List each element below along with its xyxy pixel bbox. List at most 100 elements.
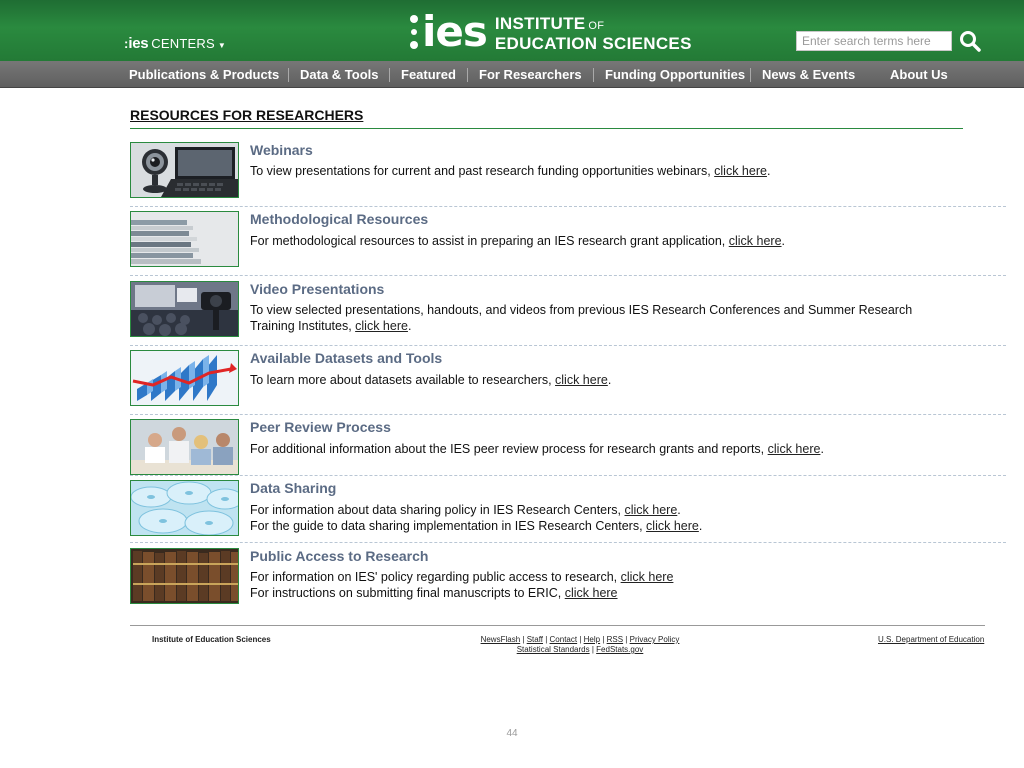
webinars-thumbnail[interactable] <box>130 142 239 198</box>
footer-link-us-dept-education[interactable]: U.S. Department of Education <box>878 635 984 644</box>
logo-ies-word: ies <box>422 7 488 56</box>
description-punct: . <box>781 234 786 248</box>
nav-publications-products[interactable]: Publications & Products <box>129 67 279 83</box>
resource-title[interactable]: Peer Review Process <box>250 419 391 435</box>
resource-description: To learn more about datasets available t… <box>250 372 611 388</box>
footer-dept-link-wrap: U.S. Department of Education <box>878 635 984 644</box>
click-here-link[interactable]: click here <box>625 503 678 517</box>
footer-link-contact[interactable]: Contact <box>550 635 578 644</box>
resource-divider <box>130 475 1006 476</box>
resource-description: To view presentations for current and pa… <box>250 163 770 179</box>
description-text: For information about data sharing polic… <box>250 503 625 517</box>
footer-link-fedstats[interactable]: FedStats.gov <box>596 645 643 654</box>
resource-description: For information about data sharing polic… <box>250 502 681 518</box>
resource-divider <box>130 542 1006 543</box>
description-punct: . <box>766 164 771 178</box>
description-text: For methodological resources to assist i… <box>250 234 729 248</box>
footer-link-newsflash[interactable]: NewsFlash <box>481 635 521 644</box>
centers-brand: ies <box>128 35 149 52</box>
description-text: For information on IES' policy regarding… <box>250 570 621 584</box>
click-here-link[interactable]: click here <box>355 319 408 333</box>
logo-institute: INSTITUTE <box>494 13 586 33</box>
peer-review-thumbnail[interactable] <box>130 419 239 475</box>
nav-separator <box>593 68 594 82</box>
footer-link-rss[interactable]: RSS <box>607 635 623 644</box>
search-input[interactable] <box>796 31 952 51</box>
nav-separator <box>467 68 468 82</box>
click-here-link[interactable]: click here <box>729 234 782 248</box>
resource-description: For methodological resources to assist i… <box>250 233 785 249</box>
resource-title[interactable]: Webinars <box>250 142 313 158</box>
resource-description: Training Institutes, click here. <box>250 318 411 334</box>
footer-links: NewsFlash | Staff | Contact | Help | RSS… <box>440 635 720 655</box>
description-text: To learn more about datasets available t… <box>250 373 556 387</box>
search-icon[interactable] <box>958 29 982 53</box>
footer-link-help[interactable]: Help <box>584 635 600 644</box>
resource-description: For additional information about the IES… <box>250 441 824 457</box>
click-here-link[interactable]: click here <box>714 164 767 178</box>
nav-news-events[interactable]: News & Events <box>762 67 855 83</box>
description-punct: . <box>407 319 412 333</box>
click-here-link[interactable]: click here <box>565 586 618 600</box>
nav-data-tools[interactable]: Data & Tools <box>300 67 379 83</box>
description-text: For the guide to data sharing implementa… <box>250 519 647 533</box>
dots-icon: : <box>124 36 128 51</box>
logo-text: INSTITUTE OF EDUCATION SCIENCES <box>495 15 692 52</box>
nav-separator <box>750 68 751 82</box>
resource-title[interactable]: Public Access to Research <box>250 548 428 564</box>
site-header: : ies CENTERS ▼ ies INSTITUTE OF EDUCATIO… <box>0 0 1024 61</box>
footer-org-name: Institute of Education Sciences <box>152 635 271 644</box>
description-punct: . <box>698 519 703 533</box>
footer-link-privacy-policy[interactable]: Privacy Policy <box>630 635 680 644</box>
public-access-thumbnail[interactable] <box>130 548 239 604</box>
logo-of: OF <box>588 19 605 32</box>
footer-divider <box>130 625 985 626</box>
datasets-tools-thumbnail[interactable] <box>130 350 239 406</box>
description-punct: . <box>607 373 612 387</box>
click-here-link[interactable]: click here <box>621 570 674 584</box>
nav-featured[interactable]: Featured <box>401 67 456 83</box>
nav-about-us[interactable]: About Us <box>890 67 948 83</box>
ies-logo[interactable]: ies INSTITUTE OF EDUCATION SCIENCES <box>410 8 692 56</box>
footer-link-statistical-standards[interactable]: Statistical Standards <box>517 645 590 654</box>
description-punct: . <box>820 442 824 456</box>
main-nav: Publications & Products Data & Tools Fea… <box>0 61 1024 88</box>
description-text: Training Institutes, <box>250 319 356 333</box>
description-text: To view presentations for current and pa… <box>250 164 715 178</box>
centers-label: CENTERS <box>151 36 215 51</box>
logo-line1: INSTITUTE OF <box>495 15 692 35</box>
methodological-thumbnail[interactable] <box>130 211 239 267</box>
logo-dots-icon <box>410 10 418 54</box>
nav-for-researchers[interactable]: For Researchers <box>479 67 582 83</box>
footer-link-staff[interactable]: Staff <box>527 635 543 644</box>
nav-separator <box>288 68 289 82</box>
resource-description: To view selected presentations, handouts… <box>250 302 912 318</box>
title-divider <box>130 128 963 129</box>
video-presentations-thumbnail[interactable] <box>130 281 239 337</box>
description-text: For additional information about the IES… <box>250 442 768 456</box>
resource-title[interactable]: Data Sharing <box>250 480 336 496</box>
click-here-link[interactable]: click here <box>646 519 699 533</box>
resource-title[interactable]: Methodological Resources <box>250 211 428 227</box>
nav-separator <box>389 68 390 82</box>
resource-description: For instructions on submitting final man… <box>250 585 618 601</box>
click-here-link[interactable]: click here <box>768 442 821 456</box>
description-text: For instructions on submitting final man… <box>250 586 565 600</box>
resource-divider <box>130 275 1006 276</box>
caret-down-icon: ▼ <box>217 41 226 50</box>
resource-description: For information on IES' policy regarding… <box>250 569 673 585</box>
resource-divider <box>130 206 1006 207</box>
resource-divider <box>130 345 1006 346</box>
page-title: RESOURCES FOR RESEARCHERS <box>130 107 364 123</box>
nav-funding-opportunities[interactable]: Funding Opportunities <box>605 67 745 83</box>
resource-title[interactable]: Available Datasets and Tools <box>250 350 442 366</box>
ies-centers-menu[interactable]: : ies CENTERS ▼ <box>124 35 226 55</box>
description-punct: . <box>677 503 681 517</box>
resource-title[interactable]: Video Presentations <box>250 281 384 297</box>
page-number: 44 <box>506 728 518 739</box>
click-here-link[interactable]: click here <box>555 373 608 387</box>
resource-description: For the guide to data sharing implementa… <box>250 518 702 534</box>
description-text: To view selected presentations, handouts… <box>250 303 913 317</box>
data-sharing-thumbnail[interactable] <box>130 480 239 536</box>
resource-divider <box>130 414 1006 415</box>
